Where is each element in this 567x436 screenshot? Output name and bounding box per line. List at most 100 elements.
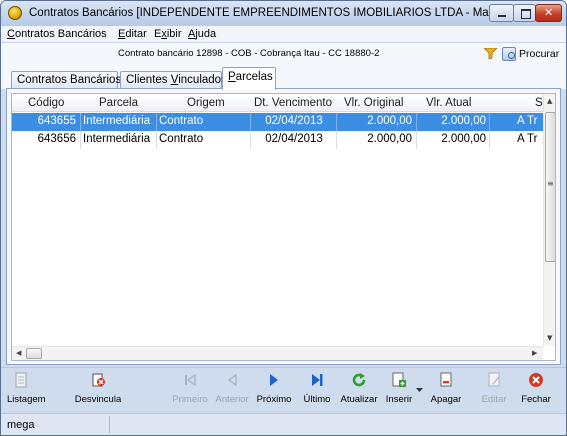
- fechar-label: Fechar: [521, 394, 551, 405]
- cell-vlr-atual: 2.000,00: [441, 133, 486, 145]
- tab-label: arcelas: [235, 71, 273, 83]
- parcelas-grid[interactable]: Código Parcela Origem Dt. Vencimento Vlr…: [11, 93, 556, 361]
- anterior-button[interactable]: Anterior: [213, 372, 251, 410]
- desvincula-label: Desvincula: [74, 394, 122, 405]
- atualizar-button[interactable]: Atualizar: [340, 372, 378, 410]
- app-window: Contratos Bancários [INDEPENDENTE EMPREE…: [0, 0, 567, 436]
- cell-parcela: Intermediária: [83, 115, 151, 127]
- menu-bar: Contratos Bancários Editar Exibir Ajuda: [1, 26, 566, 43]
- horizontal-scroll-thumb[interactable]: [26, 348, 42, 359]
- inserir-label: Inserir: [385, 394, 413, 405]
- close-window-button[interactable]: [535, 4, 562, 22]
- tab-strip: Contratos Bancários Clientes Vinculados …: [1, 65, 566, 90]
- tab-label: inculados: [178, 74, 227, 86]
- menu-exibir[interactable]: Exibir: [154, 28, 182, 40]
- apagar-button[interactable]: Apagar: [428, 372, 464, 410]
- ultimo-label: Último: [303, 394, 331, 405]
- filter-icon[interactable]: [484, 48, 497, 59]
- apagar-label: Apagar: [430, 394, 462, 405]
- scroll-left-icon[interactable]: ◀: [16, 349, 21, 357]
- column-header-situacao[interactable]: S: [535, 97, 543, 109]
- vertical-scrollbar[interactable]: ▲ ▼: [543, 94, 555, 346]
- primeiro-button[interactable]: Primeiro: [172, 372, 208, 410]
- add-document-icon: [392, 372, 406, 387]
- table-row[interactable]: 643656 Intermediária Contrato 02/04/2013…: [12, 131, 543, 149]
- search-icon: [502, 47, 516, 61]
- contract-info: Contrato bancário 12898 - COB - Cobrança…: [118, 48, 380, 59]
- maximize-button[interactable]: [513, 4, 536, 22]
- column-header-codigo[interactable]: Código: [28, 97, 64, 109]
- proximo-button[interactable]: Próximo: [256, 372, 292, 410]
- edit-document-icon: [488, 372, 500, 387]
- status-user: mega: [7, 419, 35, 431]
- tab-parcelas[interactable]: Parcelas: [222, 67, 276, 90]
- cell-situacao: A Tr: [517, 133, 538, 145]
- cell-parcela: Intermediária: [83, 133, 151, 145]
- ultimo-button[interactable]: Último: [302, 372, 332, 410]
- cell-codigo: 643655: [37, 115, 76, 127]
- cell-vlr-original: 2.000,00: [367, 133, 412, 145]
- proximo-label: Próximo: [256, 394, 292, 405]
- menu-mnemonic: C: [7, 28, 15, 40]
- fechar-button[interactable]: Fechar: [519, 372, 553, 410]
- scroll-right-icon[interactable]: ▶: [532, 349, 537, 357]
- table-row[interactable]: 643655 Intermediária Contrato 02/04/2013…: [12, 113, 543, 131]
- menu-ajuda[interactable]: Ajuda: [188, 28, 216, 40]
- cell-vencimento: 02/04/2013: [265, 115, 323, 127]
- delete-document-icon: [440, 372, 452, 387]
- contract-header: Contrato bancário 12898 - COB - Cobrança…: [1, 43, 566, 65]
- scroll-down-icon[interactable]: ▼: [547, 334, 552, 342]
- primeiro-label: Primeiro: [172, 394, 208, 405]
- unlink-icon: [92, 373, 105, 387]
- listagem-label: Listagem: [7, 394, 46, 405]
- atualizar-label: Atualizar: [340, 394, 378, 405]
- editar-button[interactable]: Editar: [479, 372, 509, 410]
- cell-vlr-original: 2.000,00: [367, 115, 412, 127]
- grid-header: Código Parcela Origem Dt. Vencimento Vlr…: [12, 94, 555, 112]
- tab-mnemonic: P: [228, 71, 236, 83]
- tab-label: Clientes: [126, 74, 171, 86]
- column-header-parcela[interactable]: Parcela: [99, 97, 138, 109]
- cell-origem: Contrato: [159, 115, 204, 127]
- cell-vencimento: 02/04/2013: [265, 133, 323, 145]
- menu-editar[interactable]: Editar: [118, 28, 147, 40]
- cell-vlr-atual: 2.000,00: [441, 115, 486, 127]
- window-title: Contratos Bancários [INDEPENDENTE EMPREE…: [29, 7, 525, 19]
- cell-codigo: 643656: [37, 133, 76, 145]
- editar-label: Editar: [481, 394, 507, 405]
- column-header-vencimento[interactable]: Dt. Vencimento: [254, 97, 332, 109]
- search-button[interactable]: Procurar: [502, 45, 559, 63]
- vertical-scroll-thumb[interactable]: [545, 112, 555, 262]
- minimize-button[interactable]: [489, 4, 514, 22]
- column-header-origem[interactable]: Origem: [187, 97, 225, 109]
- cell-origem: Contrato: [159, 133, 204, 145]
- listagem-button[interactable]: Listagem: [7, 372, 46, 410]
- refresh-icon: [352, 373, 366, 387]
- first-record-icon: [185, 373, 196, 387]
- tab-label: Contratos Bancários: [17, 74, 122, 86]
- previous-record-icon: [227, 373, 237, 387]
- inserir-button[interactable]: Inserir: [382, 372, 416, 410]
- status-divider: [109, 416, 110, 433]
- status-bar: mega: [1, 413, 566, 435]
- menu-label: ontratos Bancários: [14, 28, 107, 40]
- column-header-vlr-atual[interactable]: Vlr. Atual: [426, 97, 471, 109]
- chevron-down-icon: [415, 388, 423, 392]
- database-icon: [8, 6, 22, 20]
- title-bar[interactable]: Contratos Bancários [INDEPENDENTE EMPREE…: [1, 1, 566, 26]
- menu-label: ditar: [125, 28, 147, 40]
- cell-situacao: A Tr: [517, 115, 538, 127]
- anterior-label: Anterior: [215, 394, 249, 405]
- menu-label: ibir: [166, 28, 182, 40]
- column-header-vlr-original[interactable]: Vlr. Original: [344, 97, 403, 109]
- desvincula-button[interactable]: Desvincula: [73, 372, 123, 410]
- action-toolbar: Listagem Desvincula Primeiro Anterior Pr…: [1, 367, 566, 413]
- menu-contratos-bancarios[interactable]: Contratos Bancários: [7, 28, 107, 40]
- parcelas-panel: Código Parcela Origem Dt. Vencimento Vlr…: [6, 88, 561, 365]
- menu-label: juda: [195, 28, 217, 40]
- search-label: Procurar: [519, 48, 560, 60]
- close-icon: [529, 373, 543, 387]
- horizontal-scrollbar[interactable]: ◀ ▶: [12, 346, 543, 360]
- scroll-up-icon[interactable]: ▲: [547, 97, 552, 105]
- document-icon: [15, 372, 27, 388]
